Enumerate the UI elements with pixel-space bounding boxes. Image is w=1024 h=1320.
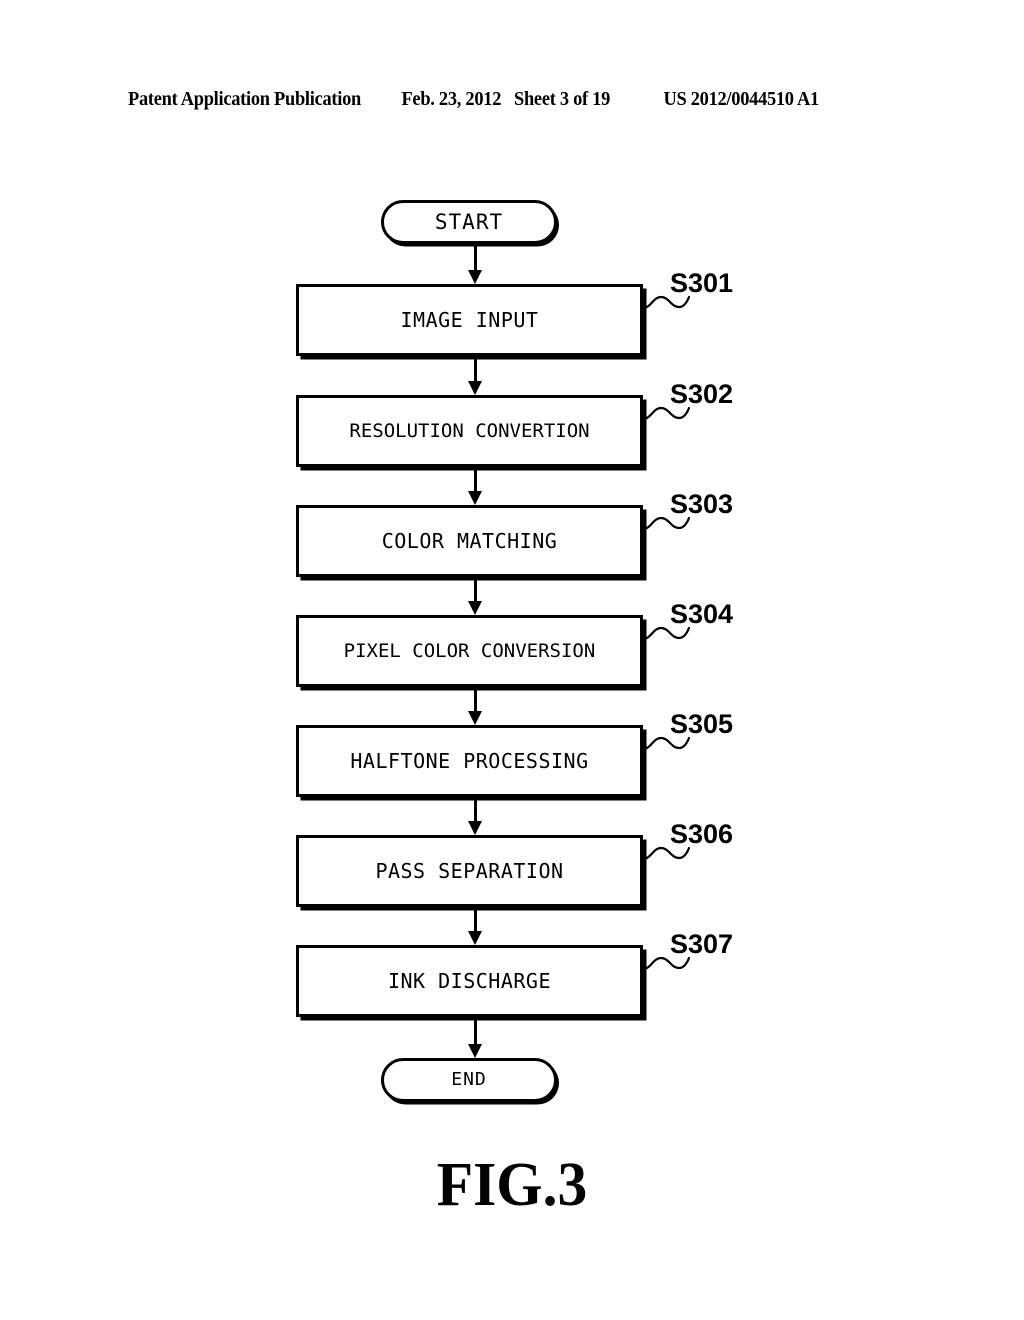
connector-step-2-to-step-3: [468, 467, 482, 505]
arrowhead-icon: [468, 381, 482, 395]
step-7-reference: S307: [642, 929, 772, 971]
step-1-reference: S301: [642, 268, 772, 310]
step-6-reference-label: S306: [670, 819, 734, 849]
step-6-reference: S306: [642, 819, 772, 861]
flowchart-diagram: START IMAGE INPUT S301 RESOLUTION CONVER…: [0, 0, 1024, 1320]
arrowhead-icon: [468, 821, 482, 835]
step-2-reference-label: S302: [670, 379, 734, 409]
end-node-label: END: [451, 1069, 487, 1090]
arrowhead-icon: [468, 491, 482, 505]
step-4-reference: S304: [642, 599, 772, 641]
flowchart-step-6-box: PASS SEPARATION: [296, 835, 643, 907]
connector-step-4-to-step-5: [468, 687, 482, 725]
step-3-reference: S303: [642, 489, 772, 531]
step-7-reference-label: S307: [670, 929, 734, 959]
step-1-label: IMAGE INPUT: [400, 308, 539, 332]
step-5-reference-label: S305: [670, 709, 734, 739]
connector-step-6-to-step-7: [468, 907, 482, 945]
step-6-label: PASS SEPARATION: [375, 859, 564, 883]
flowchart-step-7-box: INK DISCHARGE: [296, 945, 643, 1017]
step-2-reference: S302: [642, 379, 772, 421]
step-4-label: PIXEL COLOR CONVERSION: [343, 639, 596, 662]
flowchart-step-1-box: IMAGE INPUT: [296, 284, 643, 356]
step-5-reference: S305: [642, 709, 772, 751]
step-3-reference-label: S303: [670, 489, 734, 519]
arrowhead-icon: [468, 270, 482, 284]
step-7-label: INK DISCHARGE: [387, 969, 552, 993]
flowchart-node-end: END: [381, 1058, 557, 1102]
flowchart-step-2-box: RESOLUTION CONVERTION: [296, 395, 643, 467]
connector-step-1-to-step-2: [468, 356, 482, 395]
flowchart-step-5-box: HALFTONE PROCESSING: [296, 725, 643, 797]
arrowhead-icon: [468, 1044, 482, 1058]
connector-step-7-to-end: [468, 1017, 482, 1058]
arrowhead-icon: [468, 931, 482, 945]
flowchart-step-4-box: PIXEL COLOR CONVERSION: [296, 615, 643, 687]
arrowhead-icon: [468, 601, 482, 615]
connector-start-to-step-1: [468, 243, 482, 284]
step-5-label: HALFTONE PROCESSING: [350, 749, 589, 773]
step-1-reference-label: S301: [670, 268, 734, 298]
step-3-label: COLOR MATCHING: [381, 529, 558, 553]
connector-step-3-to-step-4: [468, 577, 482, 615]
flowchart-node-start: START: [381, 200, 557, 244]
start-node-label: START: [434, 209, 504, 234]
step-2-label: RESOLUTION CONVERTION: [349, 419, 590, 442]
figure-caption: FIG.3: [436, 1151, 588, 1219]
arrowhead-icon: [468, 711, 482, 725]
flowchart-step-3-box: COLOR MATCHING: [296, 505, 643, 577]
step-4-reference-label: S304: [670, 599, 734, 629]
connector-step-5-to-step-6: [468, 797, 482, 835]
